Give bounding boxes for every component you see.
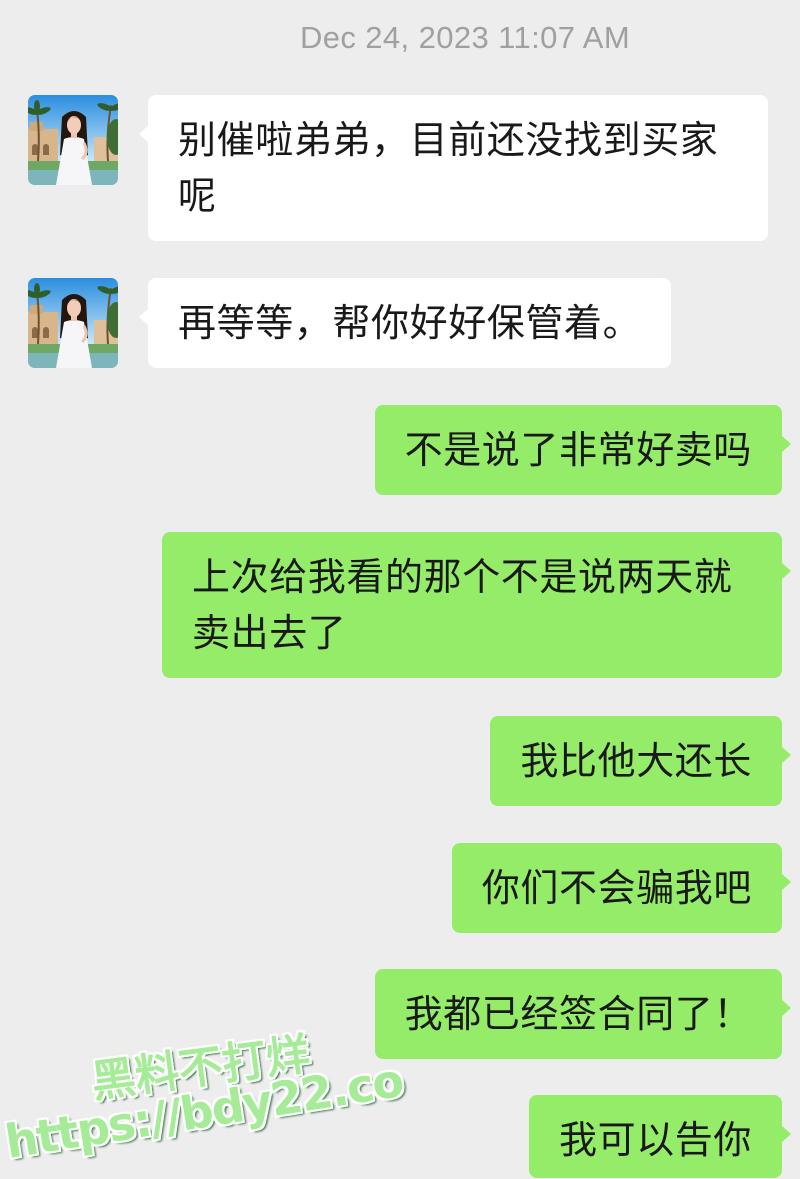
message-timestamp: Dec 24, 2023 11:07 AM: [299, 20, 631, 55]
outgoing-message-bubble[interactable]: 我比他大还长: [490, 716, 791, 806]
outgoing-message-bubble[interactable]: 我都已经签合同了！: [374, 969, 792, 1059]
contact-avatar-icon[interactable]: [28, 95, 118, 185]
message-row-outgoing: 上次给我看的那个不是说两天就卖出去了: [0, 532, 800, 678]
incoming-message-bubble[interactable]: 再等等，帮你好好保管着。: [138, 278, 672, 368]
message-row-incoming: 别催啦弟弟，目前还没找到买家呢: [0, 95, 800, 241]
incoming-message-bubble[interactable]: 别催啦弟弟，目前还没找到买家呢: [139, 95, 768, 241]
message-row-incoming: 再等等，帮你好好保管着。: [0, 278, 800, 368]
message-row-outgoing: 你们不会骗我吧: [0, 843, 800, 933]
contact-avatar-icon[interactable]: [28, 278, 118, 368]
outgoing-message-bubble[interactable]: 你们不会骗我吧: [451, 843, 792, 933]
outgoing-message-bubble[interactable]: 不是说了非常好卖吗: [374, 405, 792, 495]
message-row-outgoing: 我都已经签合同了！: [0, 969, 800, 1059]
message-row-outgoing: 不是说了非常好卖吗: [0, 405, 800, 495]
outgoing-message-bubble[interactable]: 上次给我看的那个不是说两天就卖出去了: [162, 532, 791, 678]
outgoing-message-bubble[interactable]: 我可以告你: [528, 1095, 792, 1178]
message-row-outgoing: 我比他大还长: [0, 716, 800, 806]
chat-screen: Dec 24, 2023 11:07 AM 别催啦弟弟，目前还没找到买家呢 再等…: [0, 0, 800, 1179]
